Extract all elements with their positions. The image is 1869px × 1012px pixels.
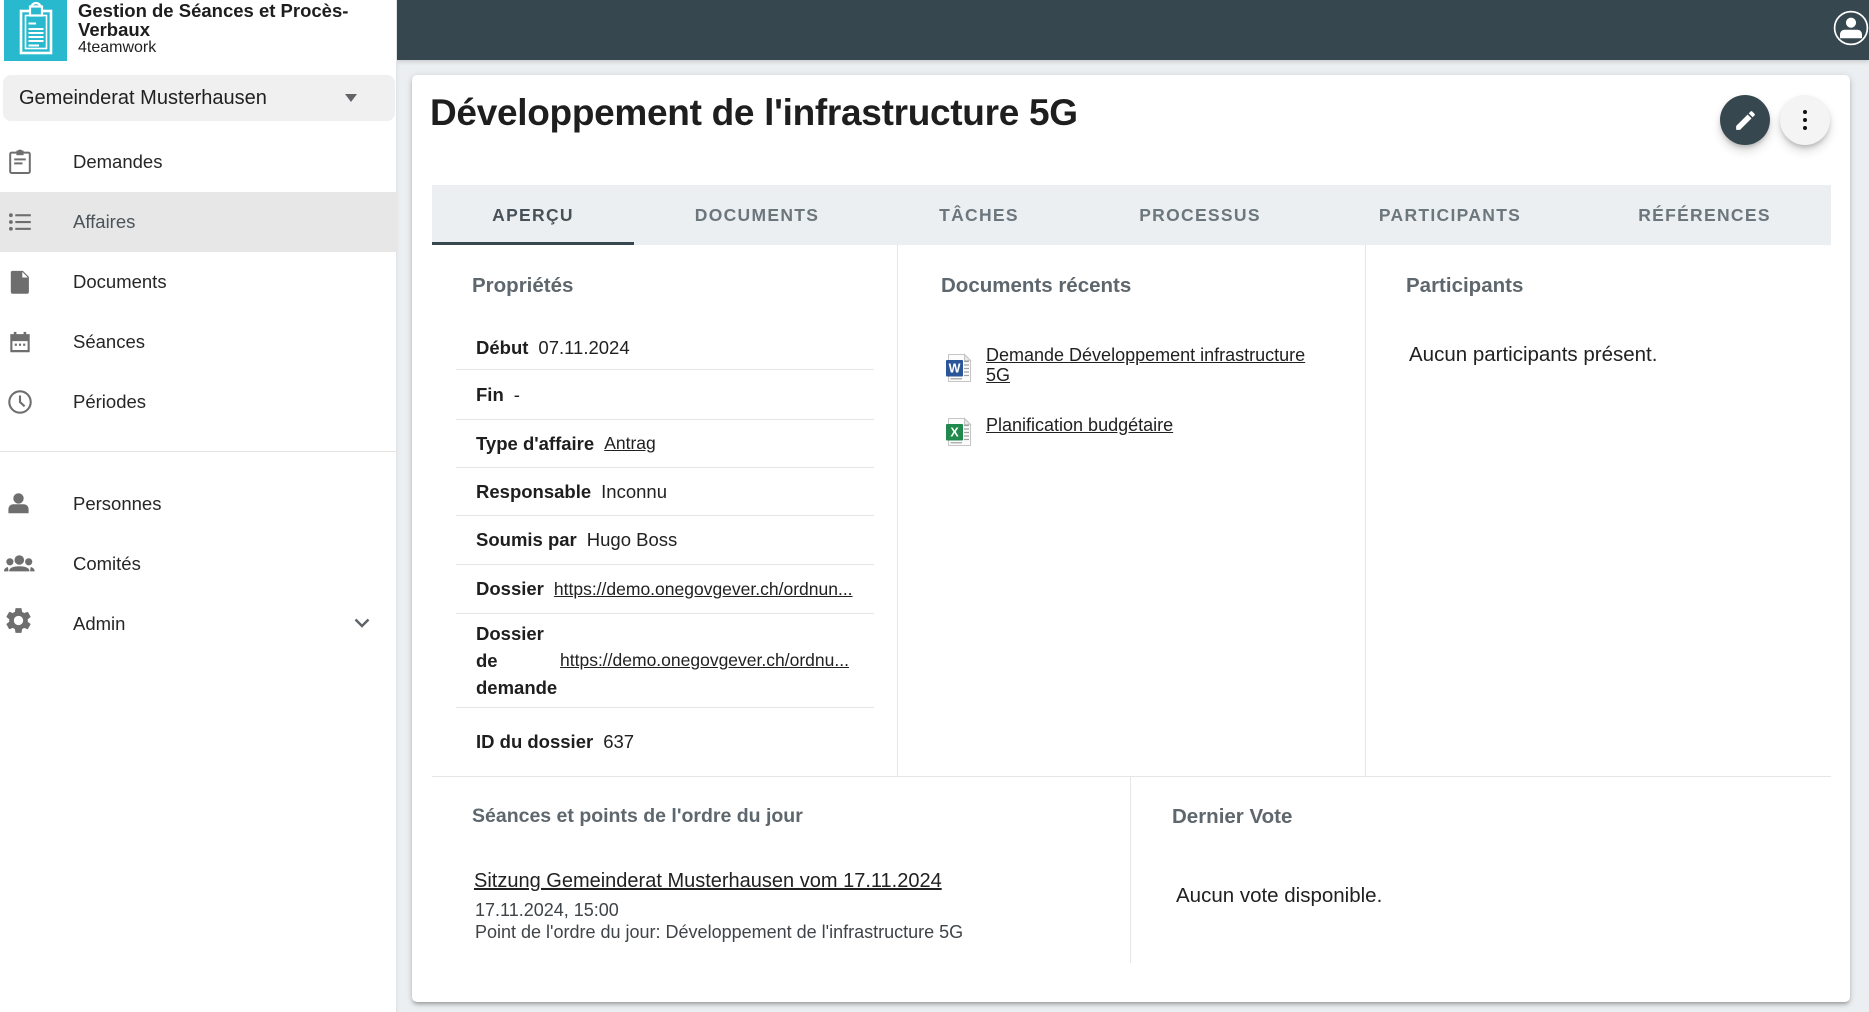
svg-text:X: X [950,426,959,440]
svg-text:W: W [949,362,961,376]
